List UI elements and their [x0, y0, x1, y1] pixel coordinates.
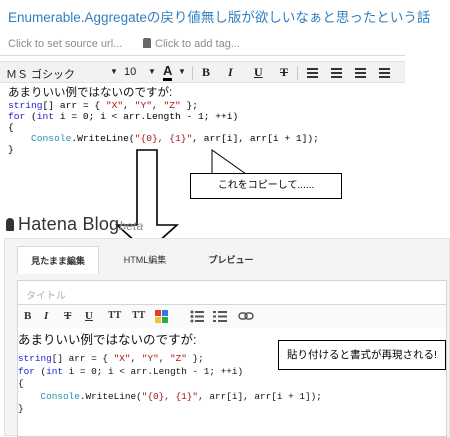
align-right-icon[interactable]	[355, 68, 366, 78]
format-toolbar: ＭＳ ゴシック ▼ 10 ▼ A ▼ B I U T	[0, 61, 405, 83]
link-icon[interactable]	[238, 311, 254, 322]
code-line: string[] arr = { "X", "Y", "Z" };	[18, 353, 204, 364]
chevron-down-icon[interactable]: ▼	[110, 67, 118, 76]
callout-copy: これをコピーして......	[190, 173, 342, 199]
editor-toolbar: B I T U TT TT	[17, 305, 447, 329]
font-family-select[interactable]: ＭＳ ゴシック	[6, 66, 75, 82]
align-left-icon[interactable]	[307, 68, 318, 78]
align-justify-icon[interactable]	[379, 68, 390, 78]
font-size-up-button[interactable]: TT	[108, 310, 121, 321]
tag-icon	[143, 38, 151, 48]
bullet-list-icon[interactable]	[190, 310, 204, 323]
add-tag-field[interactable]: Click to add tag...	[143, 38, 240, 50]
intro-text: あまりいい例ではないのですが:	[18, 333, 197, 347]
source-url-field[interactable]: Click to set source url...	[8, 38, 122, 50]
down-arrow-icon	[114, 149, 180, 254]
callout-paste: 貼り付けると書式が再現される!	[278, 340, 446, 370]
code-line: {	[18, 378, 24, 389]
code-line: }	[18, 403, 24, 414]
font-size-select[interactable]: 10	[124, 66, 136, 78]
code-line: Console.WriteLine("{0}, {1}", arr[i], ar…	[31, 133, 319, 144]
toolbar-divider	[192, 66, 193, 80]
numbered-list-icon[interactable]	[213, 310, 227, 323]
add-tag-label: Click to add tag...	[155, 38, 240, 50]
bold-button[interactable]: B	[24, 310, 31, 322]
tab-html[interactable]: HTML編集	[105, 246, 185, 274]
toolbar-divider	[297, 66, 298, 80]
hatena-blog-logo: Hatena Blogbeta	[6, 214, 143, 235]
strikethrough-button[interactable]: T	[64, 310, 71, 322]
underline-button[interactable]: U	[254, 65, 263, 80]
pen-icon	[6, 218, 14, 231]
code-line: Console.WriteLine("{0}, {1}", arr[i], ar…	[40, 390, 322, 402]
chevron-down-icon[interactable]: ▼	[178, 67, 186, 76]
code-line: string[] arr = { "X", "Y", "Z" };	[8, 100, 199, 111]
note-meta-bar: Click to set source url... Click to add …	[0, 34, 405, 56]
align-center-icon[interactable]	[331, 68, 342, 78]
strikethrough-button[interactable]: T	[280, 65, 288, 80]
intro-text: あまりいい例ではないのですが:	[8, 87, 173, 99]
code-line: for (int i = 0; i < arr.Length - 1; ++i)	[18, 365, 244, 377]
code-line: }	[8, 144, 14, 155]
tab-preview[interactable]: プレビュー	[191, 246, 271, 274]
text-color-icon[interactable]	[155, 310, 169, 323]
note-title[interactable]: Enumerable.Aggregateの戻り値無し版が欲しいなぁと思ったという…	[8, 6, 448, 26]
note-body[interactable]: あまりいい例ではないのですが: string[] arr = { "X", "Y…	[8, 87, 319, 155]
text-color-button[interactable]: A	[163, 64, 173, 81]
title-input[interactable]: タイトル	[17, 280, 447, 305]
bold-button[interactable]: B	[202, 65, 210, 80]
italic-button[interactable]: I	[228, 65, 233, 80]
font-size-down-button[interactable]: TT	[132, 310, 145, 321]
chevron-down-icon[interactable]: ▼	[148, 67, 156, 76]
tab-wysiwyg[interactable]: 見たまま編集	[17, 246, 99, 274]
italic-button[interactable]: I	[44, 310, 48, 322]
pasted-content: あまりいい例ではないのですが: string[] arr = { "X", "Y…	[18, 329, 322, 416]
underline-button[interactable]: U	[85, 310, 93, 322]
code-line: for (int i = 0; i < arr.Length - 1; ++i)	[8, 111, 239, 122]
code-line: {	[8, 122, 14, 133]
